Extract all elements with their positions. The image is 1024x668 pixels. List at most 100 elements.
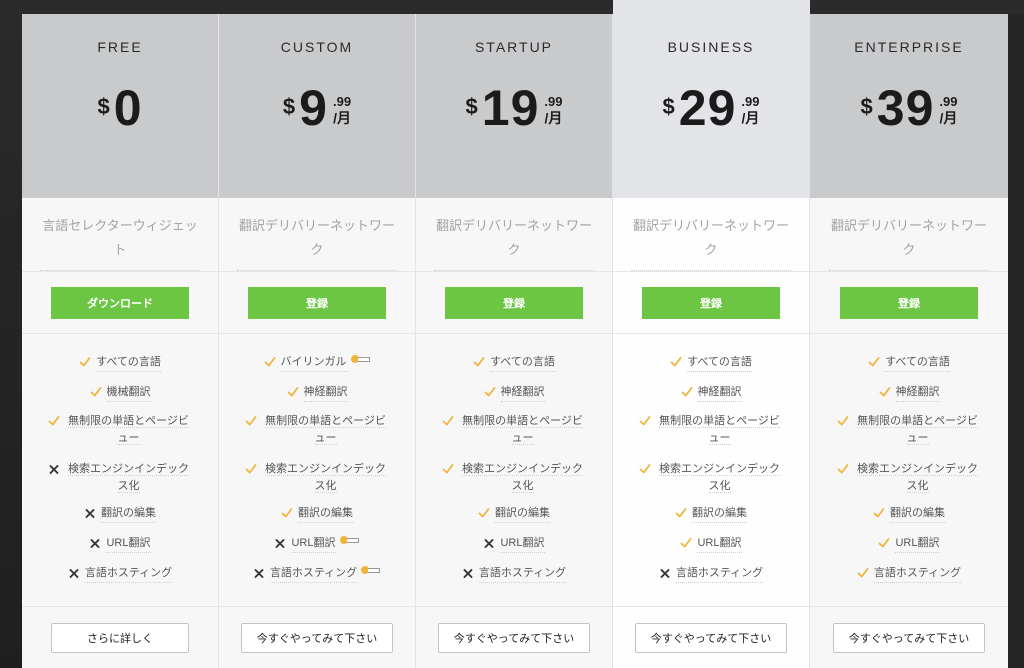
plan-cta-button[interactable]: ダウンロード — [51, 286, 189, 319]
feature-label[interactable]: 神経翻訳 — [895, 384, 940, 402]
feature-item: 無制限の単語とページビュー — [613, 413, 809, 447]
feature-label[interactable]: 無制限の単語とページビュー — [262, 413, 390, 447]
feature-label[interactable]: 検索エンジンインデックス化 — [459, 461, 587, 495]
toggle-icon[interactable] — [361, 565, 381, 575]
feature-item: 検索エンジンインデックス化 — [219, 461, 415, 495]
plan-price: $29.99/月 — [613, 80, 809, 136]
check-icon — [879, 538, 890, 548]
feature-label[interactable]: 翻訳の編集 — [495, 505, 550, 523]
feature-label[interactable]: 神経翻訳 — [697, 384, 742, 402]
feature-label[interactable]: 翻訳の編集 — [101, 505, 156, 523]
plan-header: FREE $0 — [22, 14, 218, 198]
plan-price: $19.99/月 — [416, 80, 612, 136]
plan-cta-button[interactable]: 登録 — [248, 286, 386, 319]
plan-description-text[interactable]: 翻訳デリバリーネットワーク — [631, 214, 791, 271]
plan-secondary-button[interactable]: 今すぐやってみて下さい — [635, 623, 787, 653]
feature-label[interactable]: 言語ホスティング — [478, 565, 567, 583]
feature-label-text: 検索エンジンインデックス化 — [68, 463, 189, 493]
feature-label[interactable]: URL翻訳 — [291, 535, 336, 553]
feature-label[interactable]: 機械翻訳 — [106, 384, 151, 402]
cross-icon — [69, 569, 79, 578]
plan-description-text[interactable]: 翻訳デリバリーネットワーク — [829, 214, 989, 271]
feature-label-text: 無制限の単語とページビュー — [857, 415, 978, 445]
check-icon — [442, 464, 453, 474]
feature-label-text: 無制限の単語とページビュー — [659, 415, 780, 445]
plan-secondary-button[interactable]: 今すぐやってみて下さい — [241, 623, 393, 653]
plan-secondary-button[interactable]: 今すぐやってみて下さい — [438, 623, 590, 653]
feature-label[interactable]: 検索エンジンインデックス化 — [656, 461, 784, 495]
feature-label[interactable]: URL翻訳 — [895, 535, 940, 553]
feature-list: バイリンガル神経翻訳無制限の単語とページビュー 検索エンジンインデックス化翻訳の編… — [219, 334, 415, 607]
plan-name: BUSINESS — [667, 39, 755, 55]
feature-label[interactable]: 言語ホスティング — [675, 565, 764, 583]
feature-label[interactable]: すべての言語 — [885, 354, 950, 372]
plan-custom: CUSTOM $9 .99/月 翻訳デリバリーネットワーク 登録 バイリンガル 神経翻訳 無制… — [219, 14, 416, 668]
feature-label[interactable]: 無制限の単語とページビュー — [65, 413, 193, 447]
feature-item: 翻訳の編集 — [416, 505, 612, 523]
pricing-table: FREE $0 言語セレクターウィジェット ダウンロード すべての言語 機械翻訳 無制限の単… — [22, 0, 1009, 668]
feature-item: 神経翻訳 — [416, 384, 612, 402]
feature-label[interactable]: 検索エンジンインデックス化 — [65, 461, 193, 495]
plan-name: ENTERPRISE — [854, 39, 964, 55]
feature-item: URL翻訳 — [416, 535, 612, 553]
price-period: /月 — [939, 110, 958, 126]
feature-item: 翻訳の編集 — [22, 505, 218, 523]
feature-label-text: 検索エンジンインデックス化 — [659, 463, 780, 493]
feature-label-text: 検索エンジンインデックス化 — [462, 463, 583, 493]
plan-secondary-row: 今すぐやってみて下さい — [416, 607, 612, 653]
toggle-icon[interactable] — [350, 354, 371, 364]
feature-label[interactable]: すべての言語 — [490, 354, 555, 372]
feature-label[interactable]: 検索エンジンインデックス化 — [262, 461, 390, 495]
feature-label[interactable]: 言語ホスティング — [84, 565, 173, 583]
feature-label[interactable]: すべての言語 — [96, 354, 161, 372]
plan-description-text[interactable]: 翻訳デリバリーネットワーク — [434, 214, 594, 271]
feature-item: 検索エンジンインデックス化 — [22, 461, 218, 495]
plan-cta-button[interactable]: 登録 — [445, 286, 583, 319]
feature-label[interactable]: URL翻訳 — [106, 535, 151, 553]
price-fraction: .99/月 — [544, 95, 562, 127]
feature-label[interactable]: 翻訳の編集 — [890, 505, 945, 523]
plan-business: BUSINESS $29.99/月 翻訳デリバリーネットワーク登録すべての言語 神経翻… — [613, 0, 810, 668]
plan-secondary-button[interactable]: 今すぐやってみて下さい — [833, 623, 985, 653]
feature-label[interactable]: 神経翻訳 — [500, 384, 545, 402]
price-currency: $ — [860, 94, 873, 119]
feature-item: 言語ホスティング — [219, 565, 415, 583]
plan-price: $0 — [22, 80, 218, 136]
price-currency: $ — [662, 94, 675, 119]
check-icon — [79, 357, 91, 367]
feature-label[interactable]: URL翻訳 — [697, 535, 742, 553]
feature-label[interactable]: 翻訳の編集 — [298, 505, 353, 523]
feature-label[interactable]: URL翻訳 — [500, 535, 545, 553]
feature-label[interactable]: 翻訳の編集 — [692, 505, 747, 523]
feature-item: 機械翻訳 — [22, 384, 218, 402]
feature-label[interactable]: 言語ホスティング — [873, 565, 962, 583]
feature-label-text: 無制限の単語とページビュー — [68, 415, 189, 445]
plan-secondary-button[interactable]: さらに詳しく — [51, 623, 189, 653]
plan-cta-button[interactable]: 登録 — [642, 286, 780, 319]
toggle-icon[interactable] — [339, 535, 360, 545]
feature-label[interactable]: 神経翻訳 — [303, 384, 348, 402]
plan-description-text[interactable]: 翻訳デリバリーネットワーク — [237, 214, 397, 271]
feature-item: 無制限の単語とページビュー — [219, 413, 415, 447]
feature-label[interactable]: 無制限の単語とページビュー — [656, 413, 784, 447]
cross-icon — [49, 465, 58, 474]
check-icon — [264, 357, 275, 367]
check-icon — [681, 387, 692, 397]
plan-description-text[interactable]: 言語セレクターウィジェット — [40, 214, 200, 271]
feature-label[interactable]: 検索エンジンインデックス化 — [854, 461, 982, 495]
feature-item: 神経翻訳 — [613, 384, 809, 402]
feature-label[interactable]: 言語ホスティング — [269, 565, 358, 583]
feature-label[interactable]: 無制限の単語とページビュー — [459, 413, 587, 447]
feature-item: 神経翻訳 — [219, 384, 415, 402]
plan-enterprise: ENTERPRISE $39.99/月 翻訳デリバリーネットワーク 登録 すべての言語神… — [810, 14, 1008, 668]
feature-label[interactable]: すべての言語 — [687, 354, 752, 372]
plan-cta-button[interactable]: 登録 — [840, 286, 978, 319]
price-amount: 19 — [481, 80, 540, 136]
feature-label[interactable]: 無制限の単語とページビュー — [854, 413, 982, 447]
feature-label[interactable]: バイリンガル — [280, 354, 347, 372]
price-amount: 9 — [299, 80, 328, 136]
feature-item: URL翻訳 — [219, 535, 415, 553]
plan-description: 翻訳デリバリーネットワーク — [416, 198, 612, 272]
feature-label-text: 無制限の単語とページビュー — [462, 415, 583, 445]
check-icon — [48, 416, 59, 426]
